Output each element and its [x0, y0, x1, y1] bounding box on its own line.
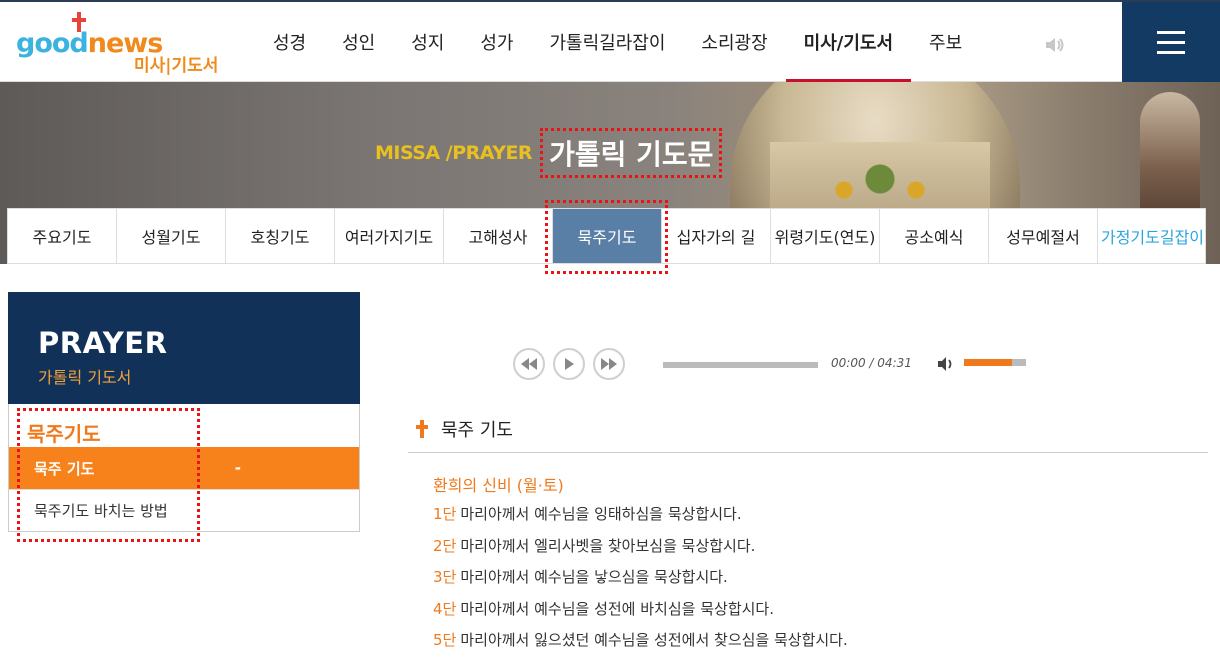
sidebar-item-label: 묵주 기도: [34, 459, 95, 478]
content-heading: 묵주 기도: [415, 416, 513, 442]
decade-text: 마리아께서 엘리사벳을 찾아보심을 묵상합시다.: [460, 536, 756, 555]
decade-number: 2단: [433, 536, 457, 555]
nav-item-sound-plaza[interactable]: 소리광장: [683, 2, 785, 82]
speaker-icon[interactable]: [1044, 36, 1066, 54]
prayer-category-tabs: 주요기도 성월기도 호칭기도 여러가지기도 고해성사 묵주기도 십자가의 길 위…: [7, 208, 1206, 264]
banner-ko-title: 가톨릭 기도문: [540, 128, 723, 178]
nav-item-bible[interactable]: 성경: [255, 2, 324, 82]
sidebar-menu: 묵주기도 묵주 기도 - 묵주기도 바치는 방법: [8, 404, 360, 532]
decade-line: 3단 마리아께서 예수님을 낳으심을 묵상합시다.: [433, 566, 848, 598]
decade-text: 마리아께서 예수님을 성전에 바치심을 묵상합시다.: [460, 599, 774, 618]
fast-forward-button[interactable]: [593, 348, 625, 380]
tab-monthly-prayers[interactable]: 성월기도: [117, 209, 226, 263]
tab-stations-of-cross[interactable]: 십자가의 길: [662, 209, 771, 263]
prayer-text: 환희의 신비 (월·토) 1단 마리아께서 예수님을 잉태하심을 묵상합시다. 2…: [433, 472, 848, 661]
nav-item-hymns[interactable]: 성가: [462, 2, 531, 82]
sidebar-category: 묵주기도: [27, 422, 101, 446]
decade-text: 마리아께서 잃으셨던 예수님을 성전에서 찾으심을 묵상합시다.: [460, 631, 848, 649]
play-icon: [565, 358, 574, 370]
volume-icon[interactable]: [937, 355, 955, 373]
nav-item-shrines[interactable]: 성지: [393, 2, 462, 82]
logo-subtitle: 미사|기도서: [134, 56, 219, 76]
tab-confession[interactable]: 고해성사: [444, 209, 553, 263]
decade-number: 5단: [433, 631, 457, 649]
decade-text: 마리아께서 예수님을 잉태하심을 묵상합시다.: [460, 505, 742, 523]
mystery-title: 환희의 신비 (월·토): [433, 476, 564, 495]
tab-various-prayers[interactable]: 여러가지기도: [335, 209, 444, 263]
content-title: 묵주 기도: [441, 420, 513, 441]
rewind-icon: [521, 358, 537, 370]
sidebar-title: PRAYER: [38, 326, 168, 360]
decade-line: 5단 마리아께서 잃으셨던 예수님을 성전에서 찾으심을 묵상합시다.: [433, 629, 848, 661]
banner-heading: MISSA /PRAYER 가톨릭 기도문: [375, 128, 723, 178]
tab-gongso-rite[interactable]: 공소예식: [880, 209, 989, 263]
banner-flowers: [820, 157, 940, 212]
tab-family-prayer-guide[interactable]: 가정기도길잡이: [1098, 209, 1207, 263]
decade-number: 4단: [433, 599, 457, 618]
cross-icon: [415, 420, 429, 438]
nav-item-saints[interactable]: 성인: [324, 2, 393, 82]
volume-slider-fill: [964, 359, 1012, 366]
sidebar-item-marker: -: [234, 459, 241, 477]
tab-liturgy-book[interactable]: 성무예절서: [989, 209, 1098, 263]
sidebar: PRAYER 가톨릭 기도서 묵주기도 묵주 기도 - 묵주기도 바치는 방법: [8, 292, 360, 532]
content-divider: [408, 452, 1208, 453]
decade-line: 2단 마리아께서 엘리사벳을 찾아보심을 묵상합시다.: [433, 535, 848, 567]
rewind-button[interactable]: [513, 348, 545, 380]
sidebar-subtitle: 가톨릭 기도서: [38, 368, 132, 387]
progress-bar[interactable]: [663, 362, 818, 368]
sidebar-item-rosary[interactable]: 묵주 기도 -: [9, 447, 359, 489]
decade-text: 마리아께서 예수님을 낳으심을 묵상합시다.: [460, 568, 728, 586]
decade-number: 1단: [433, 505, 457, 523]
play-button[interactable]: [553, 348, 585, 380]
sidebar-item-how-to-pray[interactable]: 묵주기도 바치는 방법: [9, 489, 359, 531]
total-time: 04:31: [877, 356, 912, 370]
sidebar-item-label: 묵주기도 바치는 방법: [34, 502, 168, 520]
time-separator: /: [869, 356, 874, 370]
nav-item-bulletin[interactable]: 주보: [911, 2, 980, 82]
tab-main-prayers[interactable]: 주요기도: [8, 209, 117, 263]
banner-en-label: MISSA /PRAYER: [375, 142, 533, 164]
decade-line: 1단 마리아께서 예수님을 잉태하심을 묵상합시다.: [433, 503, 848, 535]
current-time: 00:00: [831, 356, 866, 370]
nav-item-mass-prayer[interactable]: 미사/기도서: [785, 2, 912, 82]
decade-number: 3단: [433, 568, 457, 586]
time-display: 00:00 / 04:31: [831, 356, 912, 370]
volume-slider[interactable]: [964, 359, 1026, 366]
site-header: goodnews 미사|기도서 성경 성인 성지 성가 가톨릭길라잡이 소리광장…: [0, 0, 1220, 82]
audio-player: 00:00 / 04:31: [513, 346, 1033, 382]
nav-item-catholic-guide[interactable]: 가톨릭길라잡이: [532, 2, 684, 82]
sidebar-header: PRAYER 가톨릭 기도서: [8, 292, 360, 404]
hamburger-menu-button[interactable]: [1122, 2, 1220, 82]
hamburger-menu-icon: [1157, 30, 1185, 34]
tab-prayers-for-dead[interactable]: 위령기도(연도): [771, 209, 880, 263]
fast-forward-icon: [601, 358, 617, 370]
tab-rosary[interactable]: 묵주기도: [553, 209, 662, 263]
goodnews-logo[interactable]: goodnews 미사|기도서: [16, 10, 236, 76]
decade-line: 4단 마리아께서 예수님을 성전에 바치심을 묵상합시다.: [433, 598, 848, 630]
tab-litanies[interactable]: 호칭기도: [226, 209, 335, 263]
main-nav: 성경 성인 성지 성가 가톨릭길라잡이 소리광장 미사/기도서 주보: [255, 2, 980, 84]
